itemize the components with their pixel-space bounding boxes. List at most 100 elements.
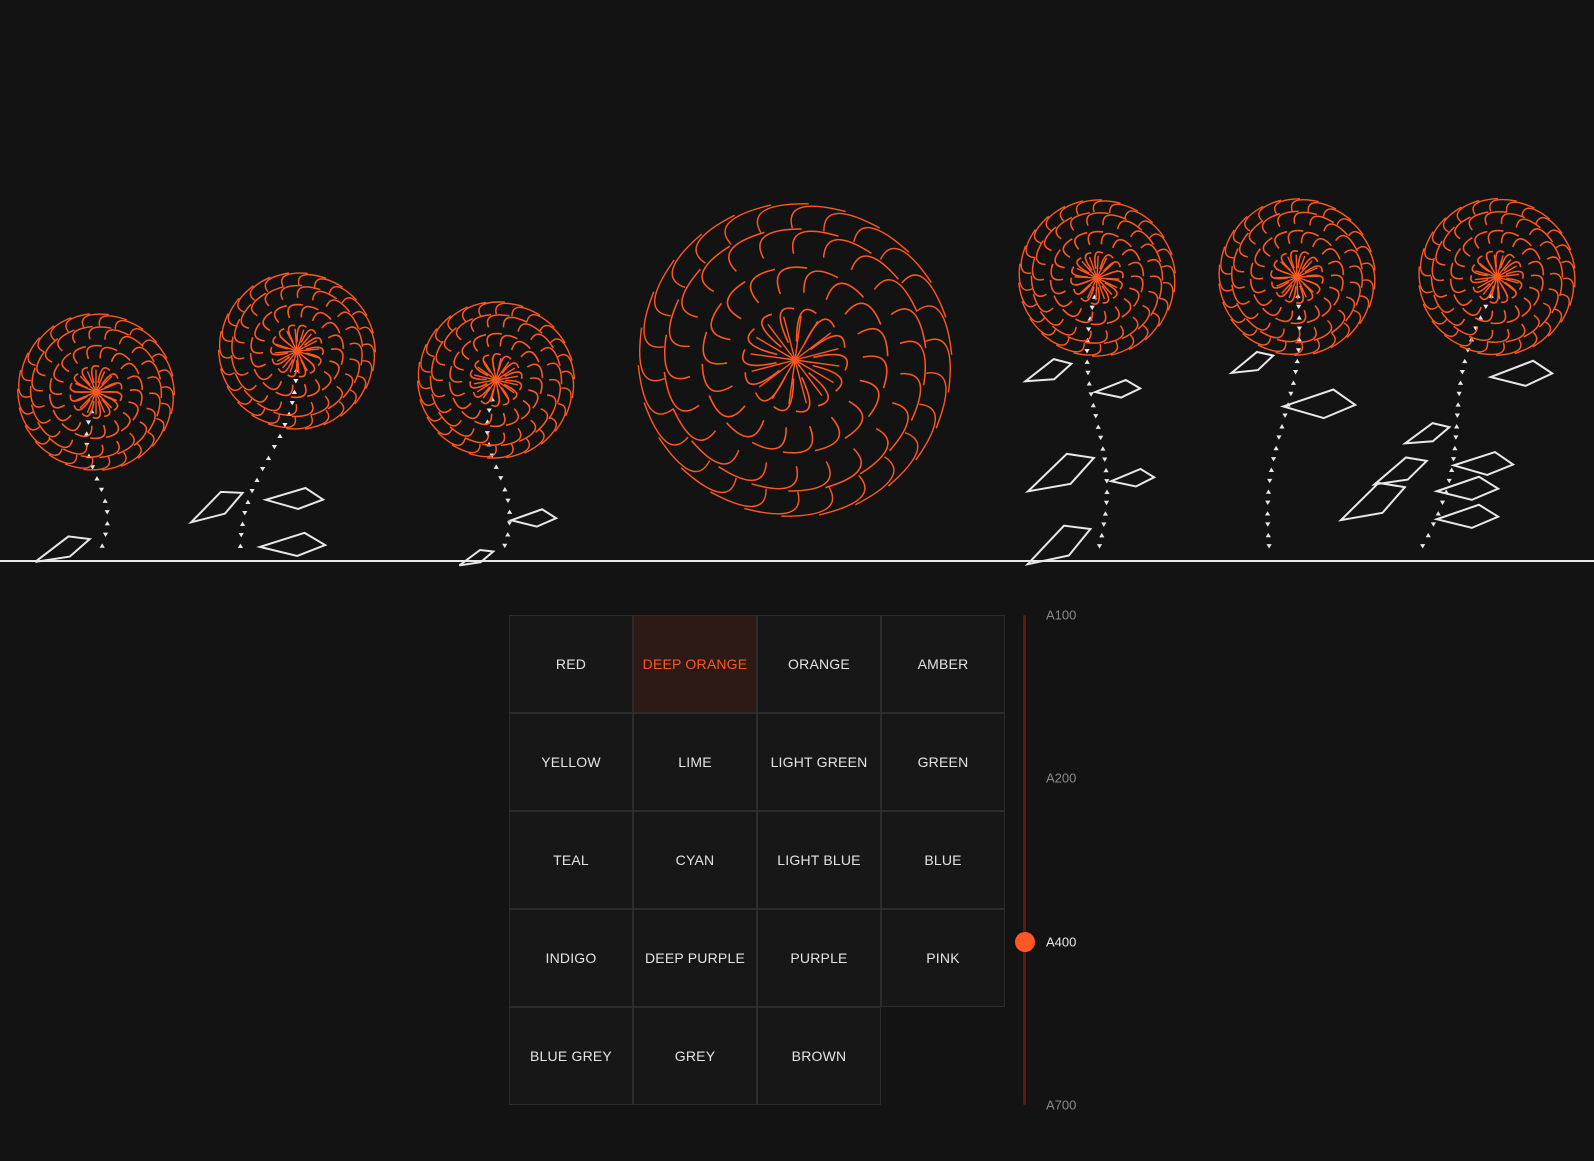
petal-stroke bbox=[1484, 211, 1507, 226]
petal-stroke bbox=[1147, 258, 1164, 281]
center-ray bbox=[79, 375, 97, 393]
color-swatch-indigo[interactable]: INDIGO bbox=[509, 909, 633, 1007]
petal-stroke bbox=[80, 444, 104, 458]
petal-stroke bbox=[240, 303, 252, 329]
petal-stroke bbox=[37, 421, 61, 438]
shade-label-a200[interactable]: A200 bbox=[1046, 771, 1076, 786]
petal-stroke bbox=[495, 302, 524, 315]
petal-stroke bbox=[654, 259, 675, 317]
petal-stroke bbox=[291, 401, 314, 418]
petal-stroke bbox=[311, 290, 338, 301]
color-swatch-light-green[interactable]: LIGHT GREEN bbox=[757, 713, 881, 811]
petal-stroke bbox=[1472, 282, 1491, 293]
petal-stroke bbox=[825, 282, 865, 301]
petal-stroke bbox=[425, 328, 438, 358]
petal-stroke bbox=[1062, 307, 1083, 318]
center-ray bbox=[1296, 275, 1320, 278]
color-swatch-deep-orange[interactable]: DEEP ORANGE bbox=[633, 615, 757, 713]
petal-stroke bbox=[1129, 287, 1140, 307]
petal-stroke bbox=[131, 346, 155, 363]
petal-stroke bbox=[1262, 306, 1282, 317]
color-swatch-teal[interactable]: TEAL bbox=[509, 811, 633, 909]
petal-stroke bbox=[561, 370, 575, 399]
leaf-shape bbox=[262, 486, 326, 510]
petal-stroke bbox=[1359, 295, 1370, 325]
shade-label-a100[interactable]: A100 bbox=[1046, 608, 1076, 623]
color-swatch-grey[interactable]: GREY bbox=[633, 1007, 757, 1105]
stem-marker bbox=[1457, 380, 1464, 385]
petal-stroke bbox=[749, 268, 776, 304]
petal-stroke bbox=[27, 337, 41, 366]
petal-stroke bbox=[1261, 212, 1281, 235]
petal-stroke bbox=[554, 402, 567, 432]
petal-stroke bbox=[1327, 260, 1345, 276]
stem-marker bbox=[1430, 522, 1437, 527]
stem-marker bbox=[1090, 402, 1096, 408]
color-swatch-red[interactable]: RED bbox=[509, 615, 633, 713]
petal-stroke bbox=[1549, 272, 1563, 297]
color-swatch-deep-purple[interactable]: DEEP PURPLE bbox=[633, 909, 757, 1007]
petal-stroke bbox=[429, 375, 446, 398]
stem-marker bbox=[505, 498, 511, 504]
petal-stroke bbox=[502, 316, 528, 328]
shade-label-a400[interactable]: A400 bbox=[1046, 934, 1076, 949]
petal-stroke bbox=[1453, 294, 1473, 306]
petal-stroke bbox=[349, 358, 361, 384]
color-swatch-amber[interactable]: AMBER bbox=[881, 615, 1005, 713]
petal-stroke bbox=[791, 230, 839, 254]
color-swatch-light-blue[interactable]: LIGHT BLUE bbox=[757, 811, 881, 909]
petal-stroke bbox=[62, 444, 88, 455]
center-ray bbox=[794, 359, 840, 367]
petal-stroke bbox=[520, 399, 531, 420]
stem-marker bbox=[254, 477, 260, 482]
center-ray bbox=[95, 391, 113, 409]
petal-stroke bbox=[280, 284, 303, 301]
stem-marker bbox=[1265, 489, 1272, 494]
petal-stroke bbox=[823, 212, 881, 232]
leaf-shape bbox=[1433, 475, 1501, 501]
petal-stroke bbox=[218, 330, 232, 359]
petal-stroke bbox=[1290, 199, 1319, 212]
petal-stroke bbox=[254, 322, 265, 342]
petal-stroke bbox=[691, 440, 740, 465]
petal-stroke bbox=[362, 360, 373, 389]
leaf-shape bbox=[1371, 456, 1429, 486]
stem-marker bbox=[506, 521, 513, 526]
petal-stroke bbox=[1062, 238, 1073, 258]
color-swatch-pink[interactable]: PINK bbox=[881, 909, 1005, 1007]
shade-slider-thumb[interactable] bbox=[1015, 931, 1035, 952]
color-swatch-orange[interactable]: ORANGE bbox=[757, 615, 881, 713]
stem-marker bbox=[1265, 500, 1271, 505]
shade-slider[interactable]: A100 A200 A400 A700 bbox=[1015, 608, 1096, 1113]
shade-slider-track[interactable] bbox=[1023, 615, 1026, 1105]
petal-stroke bbox=[1335, 234, 1358, 252]
color-swatch-cyan[interactable]: CYAN bbox=[633, 811, 757, 909]
petal-stroke bbox=[889, 402, 909, 452]
flower bbox=[1218, 198, 1452, 549]
petal-stroke bbox=[1040, 332, 1070, 346]
stem-marker bbox=[104, 520, 110, 526]
petal-stroke bbox=[1539, 241, 1561, 260]
petal-stroke bbox=[1280, 252, 1292, 271]
color-swatch-blue-grey[interactable]: BLUE GREY bbox=[509, 1007, 633, 1105]
petal-stroke bbox=[253, 368, 273, 381]
center-ray bbox=[1296, 276, 1314, 293]
stem-marker bbox=[1267, 478, 1273, 484]
color-swatch-lime[interactable]: LIME bbox=[633, 713, 757, 811]
stem-marker bbox=[1294, 358, 1300, 364]
stem-marker bbox=[1450, 457, 1457, 462]
petal-stroke bbox=[117, 432, 135, 455]
stem-marker bbox=[498, 476, 504, 481]
color-swatch-green[interactable]: GREEN bbox=[881, 713, 1005, 811]
leaf-shape bbox=[1433, 503, 1501, 529]
color-swatch-blue[interactable]: BLUE bbox=[881, 811, 1005, 909]
petal-stroke bbox=[29, 385, 45, 408]
stem-marker bbox=[1290, 380, 1297, 385]
stem-marker bbox=[1265, 522, 1271, 527]
color-swatch-yellow[interactable]: YELLOW bbox=[509, 713, 633, 811]
stem-marker bbox=[1088, 392, 1094, 397]
color-swatch-brown[interactable]: BROWN bbox=[757, 1007, 881, 1105]
shade-label-a700[interactable]: A700 bbox=[1046, 1098, 1076, 1113]
color-swatch-purple[interactable]: PURPLE bbox=[757, 909, 881, 1007]
stem-marker bbox=[1084, 349, 1090, 354]
